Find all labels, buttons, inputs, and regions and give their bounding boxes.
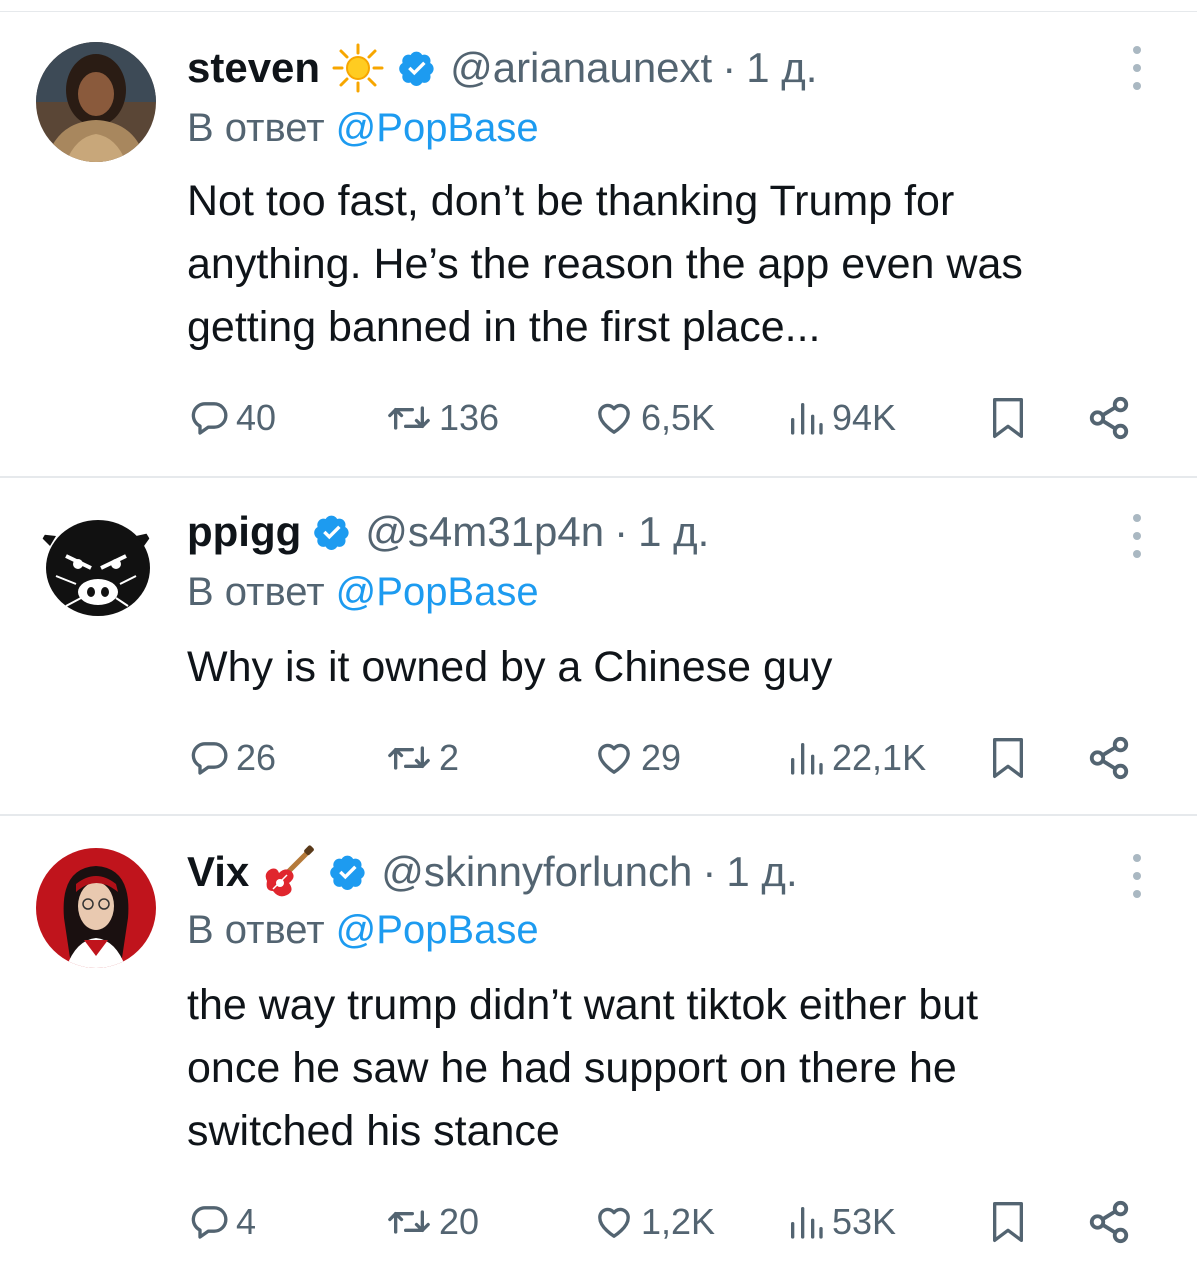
reply-icon xyxy=(191,742,228,775)
reply-prefix: В ответ xyxy=(187,908,325,952)
reply-button[interactable]: 40 xyxy=(190,390,276,446)
like-button[interactable]: 1,2K xyxy=(593,1194,715,1250)
separator-dot: · xyxy=(702,848,717,895)
tweet-text-line: Not too fast, don’t be thanking Trump fo… xyxy=(187,177,955,225)
tweet-text-line: once he saw he had support on there he xyxy=(187,1044,957,1092)
user-handle[interactable]: @skinnyforlunch xyxy=(381,848,692,896)
repost-icon xyxy=(388,746,430,770)
views-icon xyxy=(791,1207,823,1239)
reply-icon xyxy=(191,1206,228,1239)
share-button[interactable] xyxy=(1086,390,1132,446)
user-handle[interactable]: @arianaunext xyxy=(450,44,712,92)
verified-badge-icon[interactable] xyxy=(398,49,436,87)
views-button[interactable]: 53K xyxy=(786,1194,896,1250)
tweet-text-line: the way trump didn’t want tiktok either … xyxy=(187,981,979,1029)
bookmark-icon xyxy=(993,738,1023,778)
repost-icon xyxy=(388,1210,430,1234)
avatar[interactable] xyxy=(36,506,156,626)
like-icon xyxy=(598,743,630,774)
verified-badge-icon[interactable] xyxy=(313,513,351,551)
tweet-text: the way trump didn’t want tiktok either … xyxy=(187,974,1167,1163)
like-icon xyxy=(598,1207,630,1238)
tweet[interactable]: steven @arianaunext · 1 д. В ответ @PopB… xyxy=(0,0,1197,478)
guitar-emoji xyxy=(259,845,317,899)
repost-icon xyxy=(388,406,430,430)
tweet[interactable]: Vix @skinnyforlunch · 1 д. В ответ @PopB… xyxy=(0,816,1197,1280)
reply-count: 4 xyxy=(236,1201,257,1242)
tweet-header: steven @arianaunext · 1 д. xyxy=(187,40,817,96)
reply-context: В ответ @PopBase xyxy=(187,106,539,151)
like-count: 6,5K xyxy=(641,397,716,438)
display-name[interactable]: ppigg xyxy=(187,508,301,556)
tweet-text-line: anything. He’s the reason the app even w… xyxy=(187,240,1023,288)
reply-button[interactable]: 4 xyxy=(190,1194,256,1250)
more-icon[interactable] xyxy=(1124,514,1150,558)
tweet-text-line: getting banned in the first place... xyxy=(187,303,821,351)
repost-button[interactable]: 20 xyxy=(385,1194,479,1250)
views-count: 94K xyxy=(832,397,897,438)
bookmark-icon xyxy=(993,1201,1023,1242)
tweet-header: ppigg @s4m31p4n · 1 д. xyxy=(187,504,709,560)
display-name[interactable]: Vix xyxy=(187,848,249,896)
reply-mention[interactable]: @PopBase xyxy=(336,908,539,952)
share-icon xyxy=(1089,736,1129,780)
reply-mention[interactable]: @PopBase xyxy=(336,570,539,614)
user-handle[interactable]: @s4m31p4n xyxy=(365,508,604,556)
reply-prefix: В ответ xyxy=(187,570,325,614)
reply-button[interactable]: 26 xyxy=(190,730,276,786)
verified-badge-icon[interactable] xyxy=(329,853,367,891)
reply-prefix: В ответ xyxy=(187,106,325,150)
bookmark-button[interactable] xyxy=(988,730,1028,786)
repost-count: 2 xyxy=(439,737,460,778)
avatar[interactable] xyxy=(36,42,156,162)
sun-emoji xyxy=(330,43,386,93)
views-count: 22,1K xyxy=(832,737,927,778)
timestamp[interactable]: 1 д. xyxy=(726,848,797,896)
more-icon[interactable] xyxy=(1124,854,1150,898)
tweet-text-line: Why is it owned by a Chinese guy xyxy=(187,643,833,691)
repost-count: 20 xyxy=(439,1201,480,1242)
like-button[interactable]: 6,5K xyxy=(593,390,715,446)
bookmark-button[interactable] xyxy=(988,390,1028,446)
tweet-text-line: switched his stance xyxy=(187,1107,560,1155)
share-icon xyxy=(1089,1200,1129,1244)
separator-dot: · xyxy=(722,44,737,91)
views-icon xyxy=(791,403,823,435)
like-count: 1,2K xyxy=(641,1201,716,1242)
bookmark-icon xyxy=(993,397,1023,438)
timestamp[interactable]: 1 д. xyxy=(638,508,709,556)
repost-button[interactable]: 2 xyxy=(385,730,459,786)
views-button[interactable]: 22,1K xyxy=(786,730,926,786)
timestamp[interactable]: 1 д. xyxy=(746,44,817,92)
repost-button[interactable]: 136 xyxy=(385,390,499,446)
tweet-text: Not too fast, don’t be thanking Trump fo… xyxy=(187,170,1167,359)
reply-context: В ответ @PopBase xyxy=(187,570,539,615)
reply-mention[interactable]: @PopBase xyxy=(336,106,539,150)
repost-count: 136 xyxy=(439,397,500,438)
like-icon xyxy=(598,403,630,434)
share-icon xyxy=(1089,396,1129,440)
more-icon[interactable] xyxy=(1124,46,1150,90)
reply-icon xyxy=(191,402,228,435)
like-count: 29 xyxy=(641,737,682,778)
views-icon xyxy=(791,743,823,775)
bookmark-button[interactable] xyxy=(988,1194,1028,1250)
reply-count: 26 xyxy=(236,737,277,778)
tweet-header: Vix @skinnyforlunch · 1 д. xyxy=(187,844,798,900)
separator-dot: · xyxy=(614,508,629,555)
share-button[interactable] xyxy=(1086,730,1132,786)
tweet-text: Why is it owned by a Chinese guy xyxy=(187,636,1167,699)
reply-count: 40 xyxy=(236,397,277,438)
views-count: 53K xyxy=(832,1201,897,1242)
share-button[interactable] xyxy=(1086,1194,1132,1250)
reply-context: В ответ @PopBase xyxy=(187,908,539,953)
avatar[interactable] xyxy=(36,848,156,968)
tweet[interactable]: ppigg @s4m31p4n · 1 д. В ответ @PopBase … xyxy=(0,478,1197,816)
like-button[interactable]: 29 xyxy=(593,730,681,786)
views-button[interactable]: 94K xyxy=(786,390,896,446)
display-name[interactable]: steven xyxy=(187,44,320,92)
